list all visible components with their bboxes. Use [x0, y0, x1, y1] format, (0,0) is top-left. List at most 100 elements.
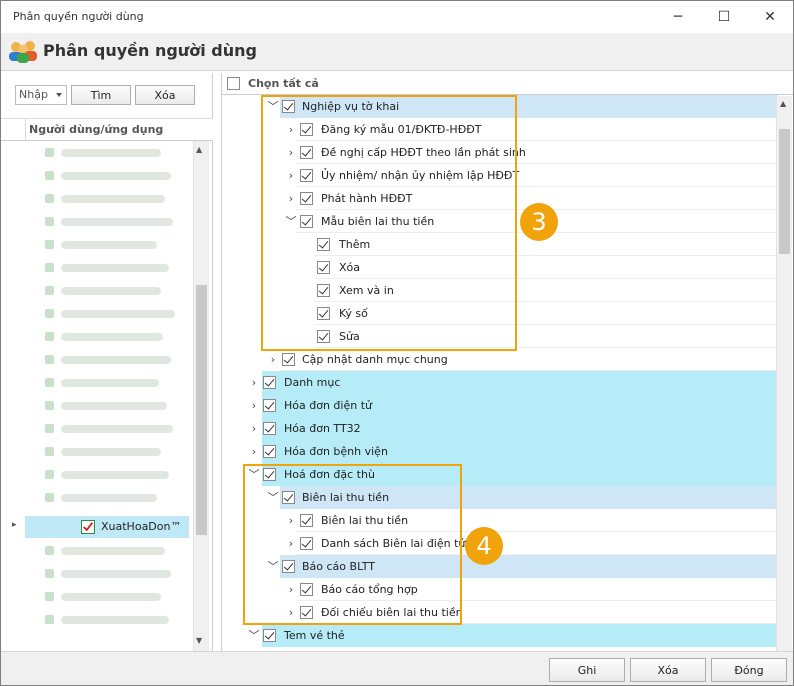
permission-window: Phân quyền người dùng ─ ☐ ✕ Phân quyền n… — [0, 0, 794, 686]
select-all-checkbox[interactable] — [227, 77, 240, 90]
user-icon — [45, 263, 54, 272]
chevron-down-icon — [56, 93, 62, 97]
list-item[interactable] — [61, 547, 165, 555]
user-icon — [45, 592, 54, 601]
list-item[interactable] — [61, 333, 163, 341]
user-icon — [45, 424, 54, 433]
user-icon — [45, 332, 54, 341]
tree-row[interactable]: › Hóa đơn điện tử — [222, 394, 778, 417]
tree-header: Chọn tất cả — [222, 73, 793, 95]
chevron-right-icon[interactable]: › — [267, 353, 279, 366]
user-icon — [45, 194, 54, 203]
row-checkbox[interactable] — [282, 353, 295, 366]
list-item[interactable] — [61, 264, 169, 272]
user-list-pane: Nhập Tìm Xóa Người dùng/ứng dụng ▸ XuatH… — [1, 73, 213, 651]
chevron-right-icon[interactable]: › — [248, 422, 260, 435]
scroll-up-icon[interactable]: ▲ — [196, 145, 202, 154]
row-checkbox[interactable] — [263, 445, 276, 458]
list-item[interactable] — [61, 310, 175, 318]
row-checkbox[interactable] — [263, 422, 276, 435]
user-list-scrollbar[interactable]: ▲ ▼ — [193, 141, 209, 651]
list-item[interactable] — [61, 494, 157, 502]
row-checkbox[interactable] — [263, 629, 276, 642]
list-item[interactable] — [61, 195, 165, 203]
minimize-icon[interactable]: ─ — [655, 1, 701, 33]
list-item[interactable] — [61, 471, 169, 479]
row-checkbox[interactable] — [263, 376, 276, 389]
close-icon[interactable]: ✕ — [747, 1, 793, 33]
list-item[interactable] — [61, 218, 173, 226]
user-icon — [45, 286, 54, 295]
selected-user-row[interactable]: ▸ XuatHoaDon™ — [12, 516, 189, 538]
save-button[interactable]: Ghi — [549, 658, 625, 682]
chevron-right-icon[interactable]: › — [248, 445, 260, 458]
scroll-thumb[interactable] — [779, 129, 790, 254]
list-item[interactable] — [61, 570, 171, 578]
tree-row-label: Tem vé thẻ — [284, 629, 345, 642]
list-item[interactable] — [61, 448, 161, 456]
tree-row-label: Hóa đơn bệnh viện — [284, 445, 388, 458]
user-icon — [45, 615, 54, 624]
list-item[interactable] — [61, 356, 171, 364]
selected-user-label: XuatHoaDon™ — [101, 520, 182, 533]
list-item[interactable] — [61, 149, 161, 157]
filter-combo[interactable]: Nhập — [15, 85, 67, 105]
tree-row[interactable]: › Hóa đơn bệnh viện — [222, 440, 778, 463]
highlight-box-3 — [261, 95, 517, 351]
page-title: Phân quyền người dùng — [43, 41, 257, 60]
row-checkbox[interactable] — [263, 399, 276, 412]
tree-row-label: Hóa đơn TT32 — [284, 422, 361, 435]
close-button[interactable]: Đóng — [711, 658, 787, 682]
list-item[interactable] — [61, 425, 173, 433]
user-icon — [45, 148, 54, 157]
list-item[interactable] — [61, 616, 169, 624]
tree-row[interactable]: › Hóa đơn TT32 — [222, 417, 778, 440]
user-icon — [45, 378, 54, 387]
select-all-label: Chọn tất cả — [248, 77, 319, 90]
list-item[interactable] — [61, 241, 157, 249]
user-icon — [45, 355, 54, 364]
tree-row-label: Danh mục — [284, 376, 341, 389]
column-separator — [25, 119, 26, 141]
title-bar: Phân quyền người dùng ─ ☐ ✕ — [1, 1, 793, 33]
window-title: Phân quyền người dùng — [13, 10, 144, 23]
user-column-header: Người dùng/ứng dụng — [1, 119, 213, 141]
filter-combo-value: Nhập — [19, 88, 48, 101]
scroll-thumb[interactable] — [196, 285, 207, 535]
dialog-footer: Ghi Xóa Đóng — [1, 651, 793, 685]
callout-4: 4 — [465, 527, 503, 565]
list-item[interactable] — [61, 172, 171, 180]
user-column-label: Người dùng/ứng dụng — [29, 123, 164, 136]
tree-row[interactable]: › Cập nhật danh mục chung — [222, 348, 778, 371]
row-indicator-icon: ▸ — [12, 520, 17, 530]
user-icon — [45, 240, 54, 249]
chevron-right-icon[interactable]: › — [248, 399, 260, 412]
chevron-right-icon[interactable]: › — [248, 376, 260, 389]
list-item[interactable] — [61, 593, 161, 601]
tree-row-label: Hóa đơn điện tử — [284, 399, 372, 412]
list-item[interactable] — [61, 402, 167, 410]
user-icon — [45, 309, 54, 318]
user-icon — [45, 401, 54, 410]
user-icon — [45, 546, 54, 555]
user-icon — [45, 447, 54, 456]
tree-scrollbar[interactable]: ▲ — [776, 96, 792, 651]
search-button[interactable]: Tìm — [71, 85, 131, 105]
tree-row-label: Cập nhật danh mục chung — [302, 353, 448, 366]
user-icon — [45, 217, 54, 226]
user-check-icon — [81, 520, 95, 534]
callout-3: 3 — [520, 203, 558, 241]
user-icon — [45, 493, 54, 502]
delete-button[interactable]: Xóa — [630, 658, 706, 682]
tree-row[interactable]: ﹀ Tem vé thẻ — [222, 624, 778, 647]
delete-user-button[interactable]: Xóa — [135, 85, 195, 105]
maximize-icon[interactable]: ☐ — [701, 1, 747, 33]
scroll-up-icon[interactable]: ▲ — [780, 99, 786, 108]
list-item[interactable] — [61, 287, 161, 295]
tree-row[interactable]: › Danh mục — [222, 371, 778, 394]
chevron-down-icon[interactable]: ﹀ — [248, 629, 260, 642]
list-item[interactable] — [61, 379, 159, 387]
highlight-box-4 — [243, 464, 462, 625]
user-icon — [45, 569, 54, 578]
scroll-down-icon[interactable]: ▼ — [196, 636, 202, 645]
